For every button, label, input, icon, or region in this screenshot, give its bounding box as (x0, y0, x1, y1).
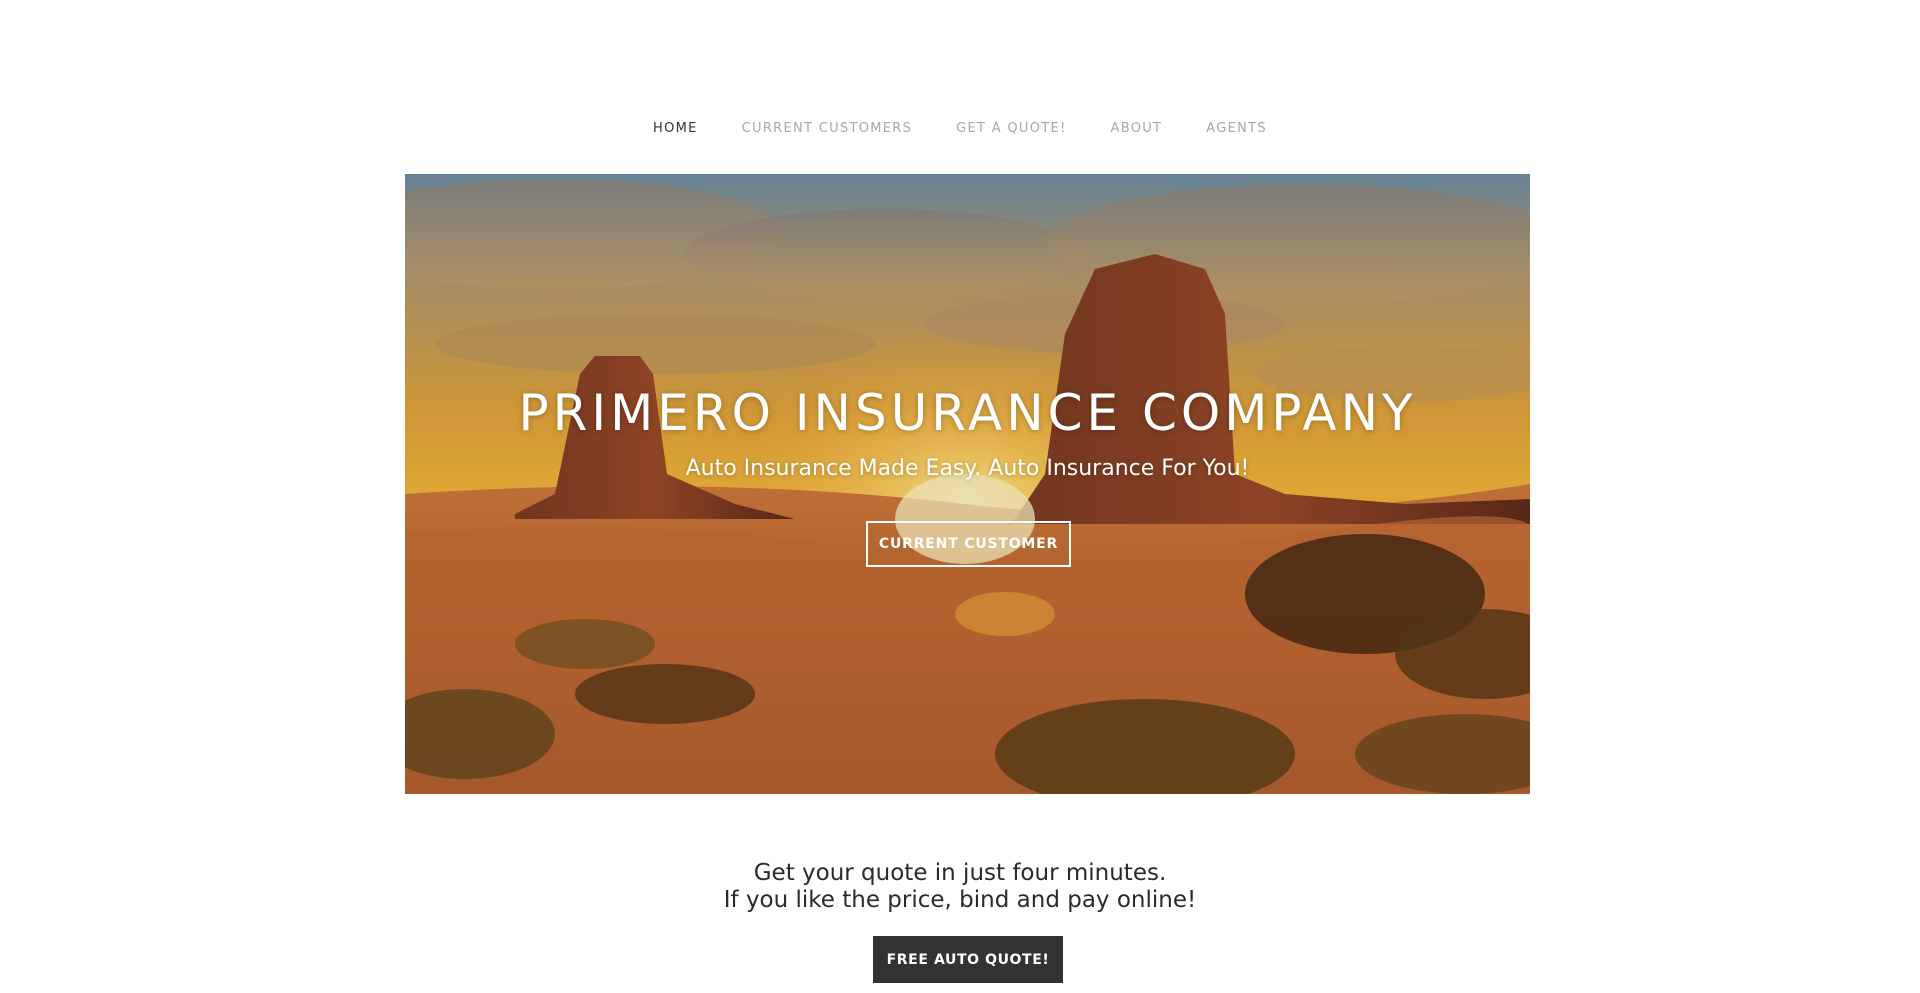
hero-banner: PRIMERO INSURANCE COMPANY Auto Insurance… (405, 174, 1530, 794)
hero-subtitle: Auto Insurance Made Easy. Auto Insurance… (685, 456, 1250, 481)
nav-item-get-a-quote[interactable]: GET A QUOTE! (956, 119, 1066, 139)
free-auto-quote-button[interactable]: FREE AUTO QUOTE! (873, 936, 1063, 983)
nav-item-home[interactable]: HOME (653, 119, 698, 139)
main-nav: HOME CURRENT CUSTOMERS GET A QUOTE! ABOU… (0, 119, 1920, 139)
tagline-line-2: If you like the price, bind and pay onli… (723, 887, 1197, 913)
hero-content: PRIMERO INSURANCE COMPANY Auto Insurance… (405, 174, 1530, 794)
page: HOME CURRENT CUSTOMERS GET A QUOTE! ABOU… (0, 0, 1920, 993)
nav-item-current-customers[interactable]: CURRENT CUSTOMERS (742, 119, 913, 139)
nav-item-about[interactable]: ABOUT (1111, 119, 1163, 139)
nav-item-agents[interactable]: AGENTS (1206, 119, 1267, 139)
tagline-line-1: Get your quote in just four minutes. (753, 860, 1167, 886)
tagline: Get your quote in just four minutes. If … (0, 860, 1920, 914)
hero-title: PRIMERO INSURANCE COMPANY (518, 384, 1417, 442)
current-customer-button[interactable]: CURRENT CUSTOMER (866, 521, 1071, 567)
